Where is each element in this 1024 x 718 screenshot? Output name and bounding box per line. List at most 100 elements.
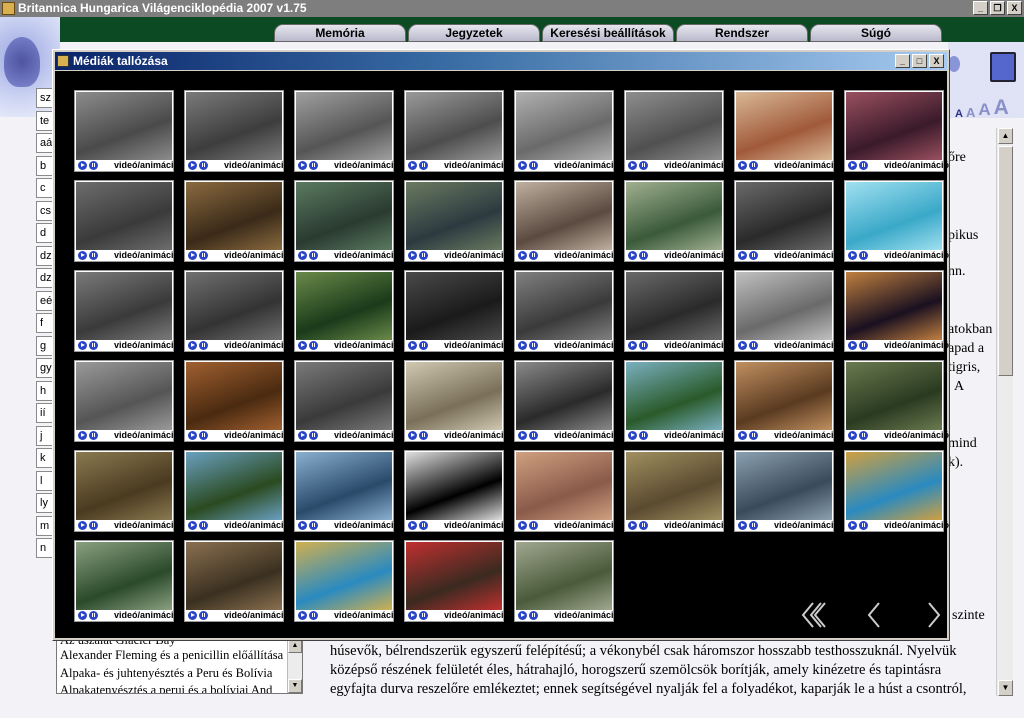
- thumbnail-image[interactable]: [186, 452, 282, 520]
- close-button[interactable]: X: [1007, 1, 1022, 15]
- thumbnail-image[interactable]: [186, 542, 282, 610]
- play-icon[interactable]: [738, 430, 747, 440]
- pause-icon[interactable]: [529, 520, 538, 530]
- thumbnail-image[interactable]: [846, 182, 942, 250]
- pause-icon[interactable]: [309, 430, 318, 440]
- play-icon[interactable]: [518, 250, 527, 260]
- media-thumbnail[interactable]: videó/animáció: [184, 360, 289, 442]
- media-thumbnail[interactable]: videó/animáció: [74, 360, 179, 442]
- media-thumbnail[interactable]: videó/animáció: [624, 360, 729, 442]
- pause-icon[interactable]: [309, 340, 318, 350]
- media-thumbnail[interactable]: videó/animáció: [404, 90, 509, 172]
- thumbnail-image[interactable]: [76, 452, 172, 520]
- restore-button[interactable]: ❐: [990, 1, 1005, 15]
- media-thumbnail[interactable]: videó/animáció: [74, 180, 179, 262]
- pause-icon[interactable]: [199, 250, 208, 260]
- thumbnail-image[interactable]: [186, 272, 282, 340]
- media-thumbnail[interactable]: videó/animáció: [734, 360, 839, 442]
- media-thumbnail[interactable]: videó/animáció: [404, 360, 509, 442]
- thumbnail-image[interactable]: [76, 362, 172, 430]
- media-thumbnail[interactable]: videó/animáció: [844, 270, 949, 352]
- media-thumbnail[interactable]: videó/animáció: [734, 180, 839, 262]
- play-icon[interactable]: [298, 250, 307, 260]
- pause-icon[interactable]: [859, 160, 868, 170]
- pause-icon[interactable]: [749, 340, 758, 350]
- play-icon[interactable]: [408, 250, 417, 260]
- pause-icon[interactable]: [199, 430, 208, 440]
- list-item[interactable]: Alpaka- és juhtenyésztés a Peru és Bolív…: [57, 665, 302, 683]
- thumbnail-image[interactable]: [516, 362, 612, 430]
- play-icon[interactable]: [188, 520, 197, 530]
- pause-icon[interactable]: [639, 430, 648, 440]
- play-icon[interactable]: [188, 610, 197, 620]
- pause-icon[interactable]: [89, 250, 98, 260]
- thumbnail-image[interactable]: [76, 272, 172, 340]
- play-icon[interactable]: [188, 430, 197, 440]
- thumbnail-image[interactable]: [296, 92, 392, 160]
- thumbnail-image[interactable]: [846, 92, 942, 160]
- pause-icon[interactable]: [529, 430, 538, 440]
- media-thumbnail[interactable]: videó/animáció: [514, 270, 619, 352]
- media-thumbnail[interactable]: videó/animáció: [844, 360, 949, 442]
- thumbnail-image[interactable]: [296, 272, 392, 340]
- pause-icon[interactable]: [749, 520, 758, 530]
- pause-icon[interactable]: [309, 160, 318, 170]
- media-thumbnail[interactable]: videó/animáció: [624, 450, 729, 532]
- media-thumbnail[interactable]: videó/animáció: [74, 540, 179, 622]
- menu-memoria[interactable]: Memória: [274, 24, 406, 42]
- play-icon[interactable]: [408, 610, 417, 620]
- scroll-down-icon[interactable]: ▼: [288, 679, 302, 693]
- pause-icon[interactable]: [639, 340, 648, 350]
- pause-icon[interactable]: [419, 340, 428, 350]
- play-icon[interactable]: [848, 430, 857, 440]
- thumbnail-image[interactable]: [76, 92, 172, 160]
- play-icon[interactable]: [408, 160, 417, 170]
- play-icon[interactable]: [518, 430, 527, 440]
- pause-icon[interactable]: [419, 520, 428, 530]
- media-thumbnail[interactable]: videó/animáció: [184, 90, 289, 172]
- play-icon[interactable]: [628, 520, 637, 530]
- thumbnail-image[interactable]: [76, 182, 172, 250]
- media-thumbnail[interactable]: videó/animáció: [74, 450, 179, 532]
- pause-icon[interactable]: [749, 430, 758, 440]
- thumbnail-image[interactable]: [626, 362, 722, 430]
- play-icon[interactable]: [408, 430, 417, 440]
- pause-icon[interactable]: [89, 430, 98, 440]
- thumbnail-image[interactable]: [296, 542, 392, 610]
- play-icon[interactable]: [848, 160, 857, 170]
- thumbnail-image[interactable]: [296, 452, 392, 520]
- play-icon[interactable]: [738, 340, 747, 350]
- media-minimize-button[interactable]: _: [895, 54, 910, 68]
- media-thumbnail[interactable]: videó/animáció: [294, 540, 399, 622]
- pause-icon[interactable]: [639, 160, 648, 170]
- list-item[interactable]: Alexander Fleming és a penicillin előáll…: [57, 647, 302, 665]
- thumbnail-image[interactable]: [626, 452, 722, 520]
- thumbnail-image[interactable]: [186, 92, 282, 160]
- play-icon[interactable]: [628, 340, 637, 350]
- menu-keresesi-beallitasok[interactable]: Keresési beállítások: [542, 24, 674, 42]
- scroll-thumb[interactable]: [998, 146, 1013, 376]
- notebook-icon[interactable]: [990, 52, 1016, 82]
- thumbnail-image[interactable]: [296, 362, 392, 430]
- media-thumbnail[interactable]: videó/animáció: [294, 90, 399, 172]
- play-icon[interactable]: [78, 250, 87, 260]
- font-size-small-button[interactable]: A: [955, 108, 963, 120]
- play-icon[interactable]: [298, 430, 307, 440]
- play-icon[interactable]: [518, 610, 527, 620]
- thumbnail-image[interactable]: [516, 542, 612, 610]
- pause-icon[interactable]: [89, 160, 98, 170]
- play-icon[interactable]: [628, 430, 637, 440]
- media-thumbnail[interactable]: videó/animáció: [844, 90, 949, 172]
- thumbnail-image[interactable]: [736, 362, 832, 430]
- media-thumbnail[interactable]: videó/animáció: [624, 90, 729, 172]
- media-thumbnail[interactable]: videó/animáció: [844, 450, 949, 532]
- media-thumbnail[interactable]: videó/animáció: [734, 90, 839, 172]
- pause-icon[interactable]: [859, 430, 868, 440]
- media-thumbnail[interactable]: videó/animáció: [404, 180, 509, 262]
- media-thumbnail[interactable]: videó/animáció: [844, 180, 949, 262]
- pause-icon[interactable]: [199, 340, 208, 350]
- scroll-up-icon[interactable]: ▲: [998, 128, 1013, 144]
- play-icon[interactable]: [408, 520, 417, 530]
- media-thumbnail[interactable]: videó/animáció: [514, 90, 619, 172]
- thumbnail-image[interactable]: [516, 452, 612, 520]
